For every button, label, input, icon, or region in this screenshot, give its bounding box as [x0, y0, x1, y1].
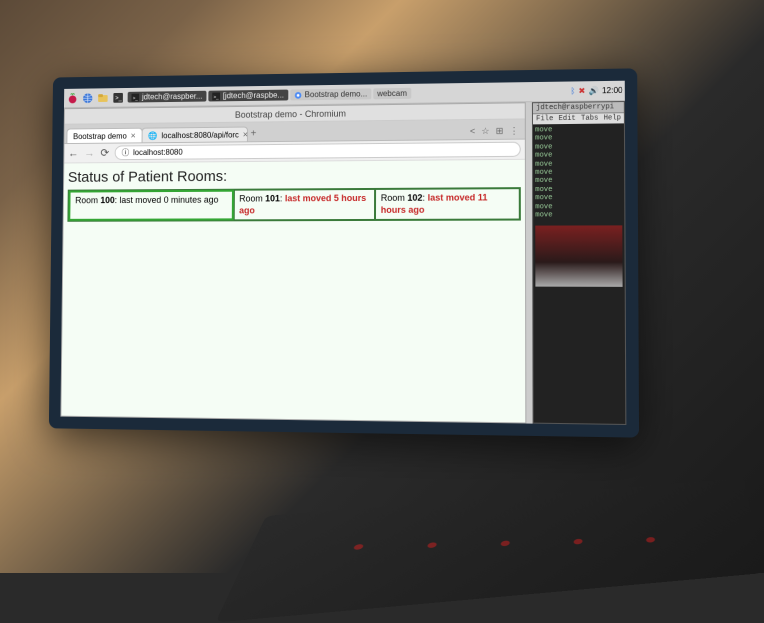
- terminal-line: move: [535, 194, 622, 203]
- url-text: localhost:8080: [133, 148, 183, 157]
- taskbar-item-label: Bootstrap demo...: [305, 89, 368, 99]
- desktop: >_ >_ jdtech@raspber... >_ [jdtech@raspb…: [60, 81, 626, 425]
- share-icon[interactable]: <: [470, 126, 475, 137]
- address-bar[interactable]: ⓘ localhost:8080: [115, 142, 521, 160]
- taskbar-item-terminal-1[interactable]: >_ jdtech@raspber...: [128, 91, 207, 103]
- menu-tabs[interactable]: Tabs: [581, 115, 598, 123]
- globe-icon: 🌐: [148, 131, 158, 140]
- tab-label: Bootstrap demo: [73, 131, 127, 140]
- svg-text:>_: >_: [115, 95, 122, 101]
- room-status: : last moved 0 minutes ago: [115, 195, 219, 205]
- close-tab-icon[interactable]: ×: [131, 131, 136, 141]
- terminal-line: move: [535, 202, 622, 211]
- room-number: 100: [100, 195, 114, 205]
- menu-file[interactable]: File: [536, 115, 553, 123]
- browser-window: Bootstrap demo - Chromium Bootstrap demo…: [60, 102, 526, 423]
- terminal-window[interactable]: jdtech@raspberrypi File Edit Tabs Help m…: [532, 101, 626, 425]
- browser-title: Bootstrap demo - Chromium: [235, 108, 346, 119]
- raspberry-menu-icon[interactable]: [66, 91, 79, 105]
- terminal-line: move: [535, 211, 622, 220]
- page-heading: Status of Patient Rooms:: [68, 166, 521, 186]
- tab-label: localhost:8080/api/forc: [161, 130, 239, 140]
- taskbar-item-label: jdtech@raspber...: [142, 92, 202, 102]
- webcam-preview-image: [535, 226, 622, 287]
- web-browser-icon[interactable]: [81, 91, 94, 105]
- bluetooth-icon[interactable]: ᛒ: [570, 86, 575, 95]
- star-icon[interactable]: ☆: [481, 126, 489, 137]
- terminal-output: move move move move move move move move …: [533, 123, 625, 289]
- room-cell-101: Room 101: last moved 5 hours ago: [233, 189, 375, 221]
- monitor-bezel: >_ >_ jdtech@raspber... >_ [jdtech@raspb…: [49, 68, 639, 437]
- menu-help[interactable]: Help: [604, 114, 622, 122]
- system-tray: ᛒ ✖ 🔊 12:00: [570, 86, 622, 96]
- taskbar-item-chromium[interactable]: Bootstrap demo...: [290, 88, 371, 100]
- new-tab-button[interactable]: +: [247, 126, 261, 141]
- room-number: 101: [265, 193, 280, 203]
- room-number: 102: [407, 193, 422, 203]
- page-content: Status of Patient Rooms: Room 100: last …: [61, 160, 525, 423]
- rooms-table: Room 100: last moved 0 minutes ago Room …: [67, 187, 520, 222]
- back-button[interactable]: ←: [68, 147, 79, 159]
- volume-icon[interactable]: 🔊: [588, 86, 598, 95]
- taskbar-item-webcam[interactable]: webcam: [373, 88, 411, 99]
- site-info-icon[interactable]: ⓘ: [122, 147, 130, 158]
- workspace: jdtech@raspberrypi File Edit Tabs Help m…: [60, 101, 626, 425]
- taskbar-item-label: webcam: [377, 89, 407, 98]
- taskbar-item-terminal-2[interactable]: >_ [jdtech@raspbe...: [208, 90, 288, 102]
- room-cell-100: Room 100: last moved 0 minutes ago: [68, 190, 233, 221]
- clock[interactable]: 12:00: [602, 86, 623, 95]
- kebab-menu-icon[interactable]: ⋮: [509, 126, 518, 137]
- taskbar-item-label: [jdtech@raspbe...: [223, 91, 284, 101]
- extensions-icon[interactable]: ⊞: [496, 126, 504, 137]
- reload-button[interactable]: ⟳: [100, 147, 109, 160]
- tab-api[interactable]: 🌐 localhost:8080/api/forc ×: [141, 127, 247, 143]
- svg-text:>_: >_: [213, 94, 219, 99]
- file-manager-icon[interactable]: [96, 91, 109, 105]
- tab-bootstrap-demo[interactable]: Bootstrap demo ×: [66, 128, 142, 143]
- forward-button[interactable]: →: [84, 147, 95, 159]
- network-disconnected-icon[interactable]: ✖: [578, 86, 585, 95]
- menu-edit[interactable]: Edit: [558, 115, 575, 123]
- svg-text:>_: >_: [133, 95, 139, 100]
- terminal-icon[interactable]: >_: [111, 90, 124, 104]
- room-cell-102: Room 102: last moved 11 hours ago: [375, 188, 520, 220]
